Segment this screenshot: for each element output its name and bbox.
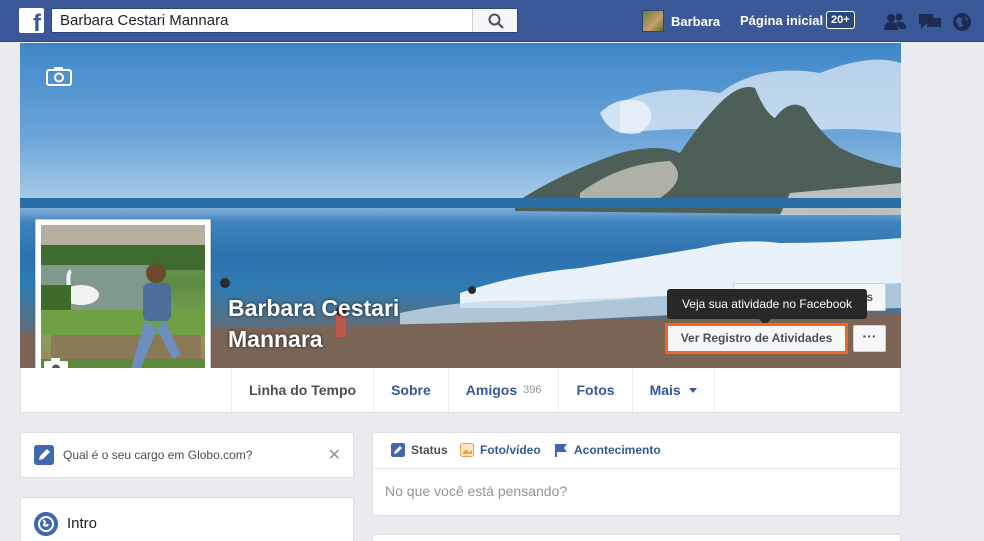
tab-label: Linha do Tempo	[249, 382, 357, 398]
tab-friends[interactable]: Amigos 396	[447, 368, 559, 412]
pencil-icon	[391, 443, 405, 457]
tab-label: Amigos	[465, 382, 518, 398]
next-card	[372, 534, 901, 541]
tab-label: Sobre	[391, 382, 431, 398]
composer-tab-status[interactable]: Status	[391, 443, 448, 457]
tab-about[interactable]: Sobre	[373, 368, 448, 412]
search-input[interactable]	[52, 9, 472, 32]
intro-card: Intro	[20, 497, 354, 541]
tab-more[interactable]: Mais	[631, 368, 715, 412]
home-link[interactable]: Página inicial	[740, 13, 823, 28]
flag-icon	[555, 444, 567, 457]
composer-tab-photo[interactable]: Foto/vídeo	[460, 443, 541, 457]
tab-label: Fotos	[576, 382, 615, 398]
composer-tab-label: Foto/vídeo	[480, 443, 541, 457]
nav-user-link[interactable]: Barbara	[642, 10, 720, 32]
tab-photos[interactable]: Fotos	[558, 368, 631, 412]
more-options-button[interactable]: ···	[853, 325, 886, 352]
tab-label: Mais	[649, 382, 681, 398]
logo-letter: f	[33, 10, 41, 37]
globe-icon	[34, 512, 58, 536]
notification-badge: 20+	[826, 11, 855, 29]
intro-title: Intro	[67, 515, 98, 532]
composer-tab-label: Status	[411, 443, 448, 457]
profile-name[interactable]: Barbara Cestari Mannara	[228, 293, 468, 355]
composer-tab-event[interactable]: Acontecimento	[554, 443, 661, 457]
composer-tabs: Status Foto/vídeo Acontecimento	[373, 433, 900, 469]
post-composer: Status Foto/vídeo Acontecimento No que v…	[372, 432, 901, 516]
avatar	[642, 10, 664, 32]
tab-timeline[interactable]: Linha do Tempo	[231, 368, 373, 412]
tooltip: Veja sua atividade no Facebook	[667, 289, 867, 325]
composer-tab-label: Acontecimento	[574, 443, 661, 457]
friends-count: 396	[523, 384, 542, 396]
chevron-down-icon	[688, 387, 697, 393]
close-icon[interactable]: ✕	[328, 445, 341, 465]
friends-icon[interactable]	[883, 12, 907, 32]
top-bar: f Barbara Página inicial 20+	[0, 0, 984, 42]
camera-icon[interactable]	[46, 66, 72, 86]
update-info-label: s	[866, 290, 873, 304]
pencil-icon	[34, 445, 54, 465]
job-prompt-text: Qual é o seu cargo em Globo.com?	[63, 448, 253, 462]
facebook-logo[interactable]: f	[19, 8, 44, 37]
profile-tabs: Linha do Tempo Sobre Amigos 396 Fotos Mai…	[231, 368, 715, 412]
search-box	[51, 8, 518, 33]
timeline-nav: Linha do Tempo Sobre Amigos 396 Fotos Mai…	[20, 368, 901, 413]
search-button[interactable]	[472, 9, 517, 32]
photo-icon	[460, 443, 474, 457]
search-icon	[488, 13, 504, 29]
globe-icon[interactable]	[952, 12, 972, 32]
nav-user-name: Barbara	[671, 13, 721, 29]
activity-log-button[interactable]: Ver Registro de Atividades	[665, 323, 848, 354]
composer-input[interactable]: No que você está pensando?	[385, 483, 567, 499]
messages-icon[interactable]	[918, 12, 942, 32]
job-prompt-card[interactable]: Qual é o seu cargo em Globo.com? ✕	[20, 432, 354, 478]
